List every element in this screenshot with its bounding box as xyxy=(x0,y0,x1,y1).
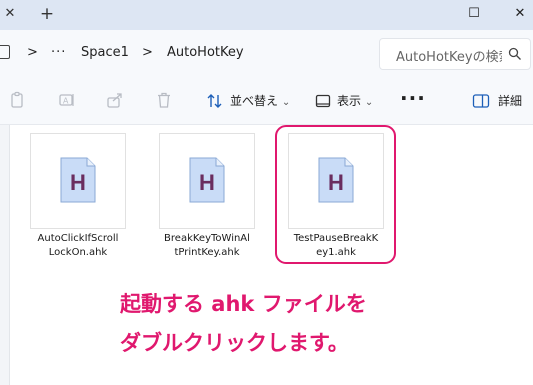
navigation-pane-edge xyxy=(0,125,10,385)
details-label: 詳細 xyxy=(498,94,523,108)
sort-icon xyxy=(207,94,222,108)
new-tab-button[interactable]: + xyxy=(35,3,59,25)
file-thumbnail[interactable]: H xyxy=(30,133,126,229)
details-pane-icon xyxy=(472,94,490,108)
svg-text:H: H xyxy=(70,170,86,195)
instruction-text-line1: 起動する ahk ファイルを xyxy=(120,292,367,316)
ahk-file-icon: H xyxy=(60,157,96,203)
view-label: 表示 ⌄ xyxy=(337,94,374,108)
delete-icon[interactable] xyxy=(155,91,173,109)
sort-label: 並べ替え ⌄ xyxy=(230,94,291,108)
svg-text:H: H xyxy=(199,170,215,195)
more-options-button[interactable]: ··· xyxy=(400,88,426,108)
file-name: AutoClickIfScroll LockOn.ahk xyxy=(37,233,119,258)
file-name: BreakKeyToWinAl tPrintKey.ahk xyxy=(164,233,250,258)
command-bar: A 並べ替え ⌄ 表示 ⌄ ··· 詳細 xyxy=(0,78,533,125)
paste-icon[interactable] xyxy=(8,91,26,109)
search-icon xyxy=(508,47,521,60)
breadcrumb-separator[interactable]: > xyxy=(27,44,38,62)
maximize-button[interactable]: ☐ xyxy=(451,0,497,28)
svg-text:A: A xyxy=(63,97,69,106)
rename-icon[interactable]: A xyxy=(58,91,76,109)
search-box[interactable]: AutoHotKeyの検索 xyxy=(379,38,531,70)
instruction-text-line2: ダブルクリックします。 xyxy=(120,331,349,355)
address-bar-row: > ··· Space1 > AutoHotKey AutoHotKeyの検索 xyxy=(0,30,533,79)
file-thumbnail[interactable]: H xyxy=(159,133,255,229)
tab-strip: ✕ + ☐ ✕ xyxy=(0,0,533,30)
breadcrumb-separator[interactable]: > xyxy=(142,44,153,62)
tab-close-icon[interactable]: ✕ xyxy=(0,3,20,25)
share-icon[interactable] xyxy=(106,91,124,109)
view-icon xyxy=(315,94,331,108)
breadcrumb-space1[interactable]: Space1 xyxy=(81,44,129,62)
search-input[interactable]: AutoHotKeyの検索 xyxy=(396,46,502,65)
ahk-file-icon: H xyxy=(189,157,225,203)
close-window-button[interactable]: ✕ xyxy=(497,0,533,28)
breadcrumb-overflow-button[interactable]: ··· xyxy=(51,44,66,62)
breadcrumb-autohotkey[interactable]: AutoHotKey xyxy=(167,44,244,62)
selection-highlight xyxy=(275,125,396,264)
this-pc-icon[interactable] xyxy=(0,45,10,59)
